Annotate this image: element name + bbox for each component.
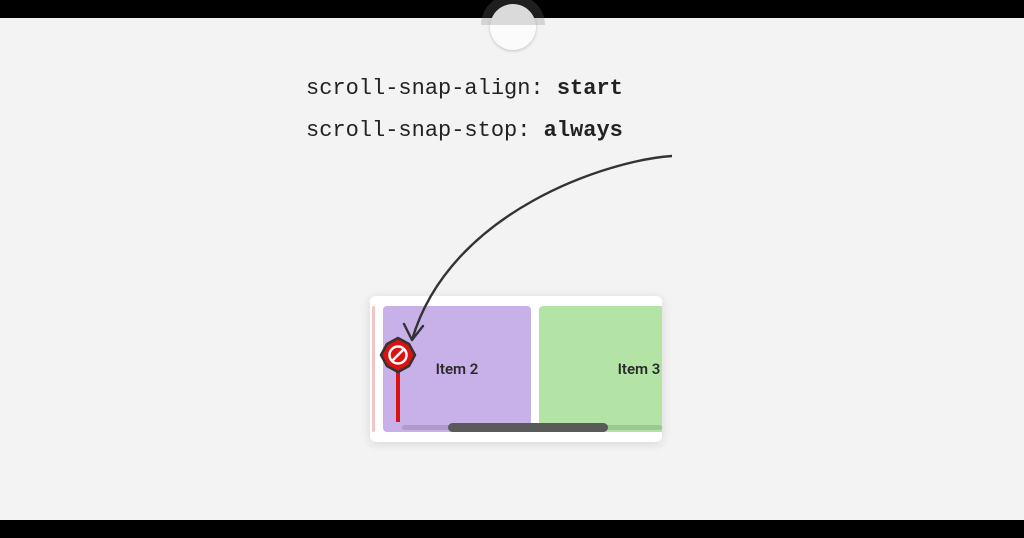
drag-handle[interactable] [490, 4, 536, 50]
letterbox-bottom [0, 520, 1024, 538]
scroll-container[interactable]: Item 2 Item 3 [370, 296, 662, 442]
code-val-1: start [557, 76, 623, 101]
code-prop-2: scroll-snap-stop: [306, 118, 544, 143]
scroll-track: Item 2 Item 3 [380, 306, 662, 432]
card-item-3[interactable]: Item 3 [539, 306, 662, 432]
scrollbar-thumb[interactable] [448, 423, 608, 432]
code-line-1: scroll-snap-align: start [306, 68, 623, 110]
code-line-2: scroll-snap-stop: always [306, 110, 623, 152]
code-val-2: always [544, 118, 623, 143]
card-item-2[interactable]: Item 2 [383, 306, 531, 432]
card-item-1-sliver[interactable] [372, 306, 375, 432]
code-prop-1: scroll-snap-align: [306, 76, 557, 101]
css-code-sample: scroll-snap-align: start scroll-snap-sto… [306, 68, 623, 152]
card-label: Item 3 [618, 360, 661, 378]
card-label: Item 2 [436, 360, 479, 378]
